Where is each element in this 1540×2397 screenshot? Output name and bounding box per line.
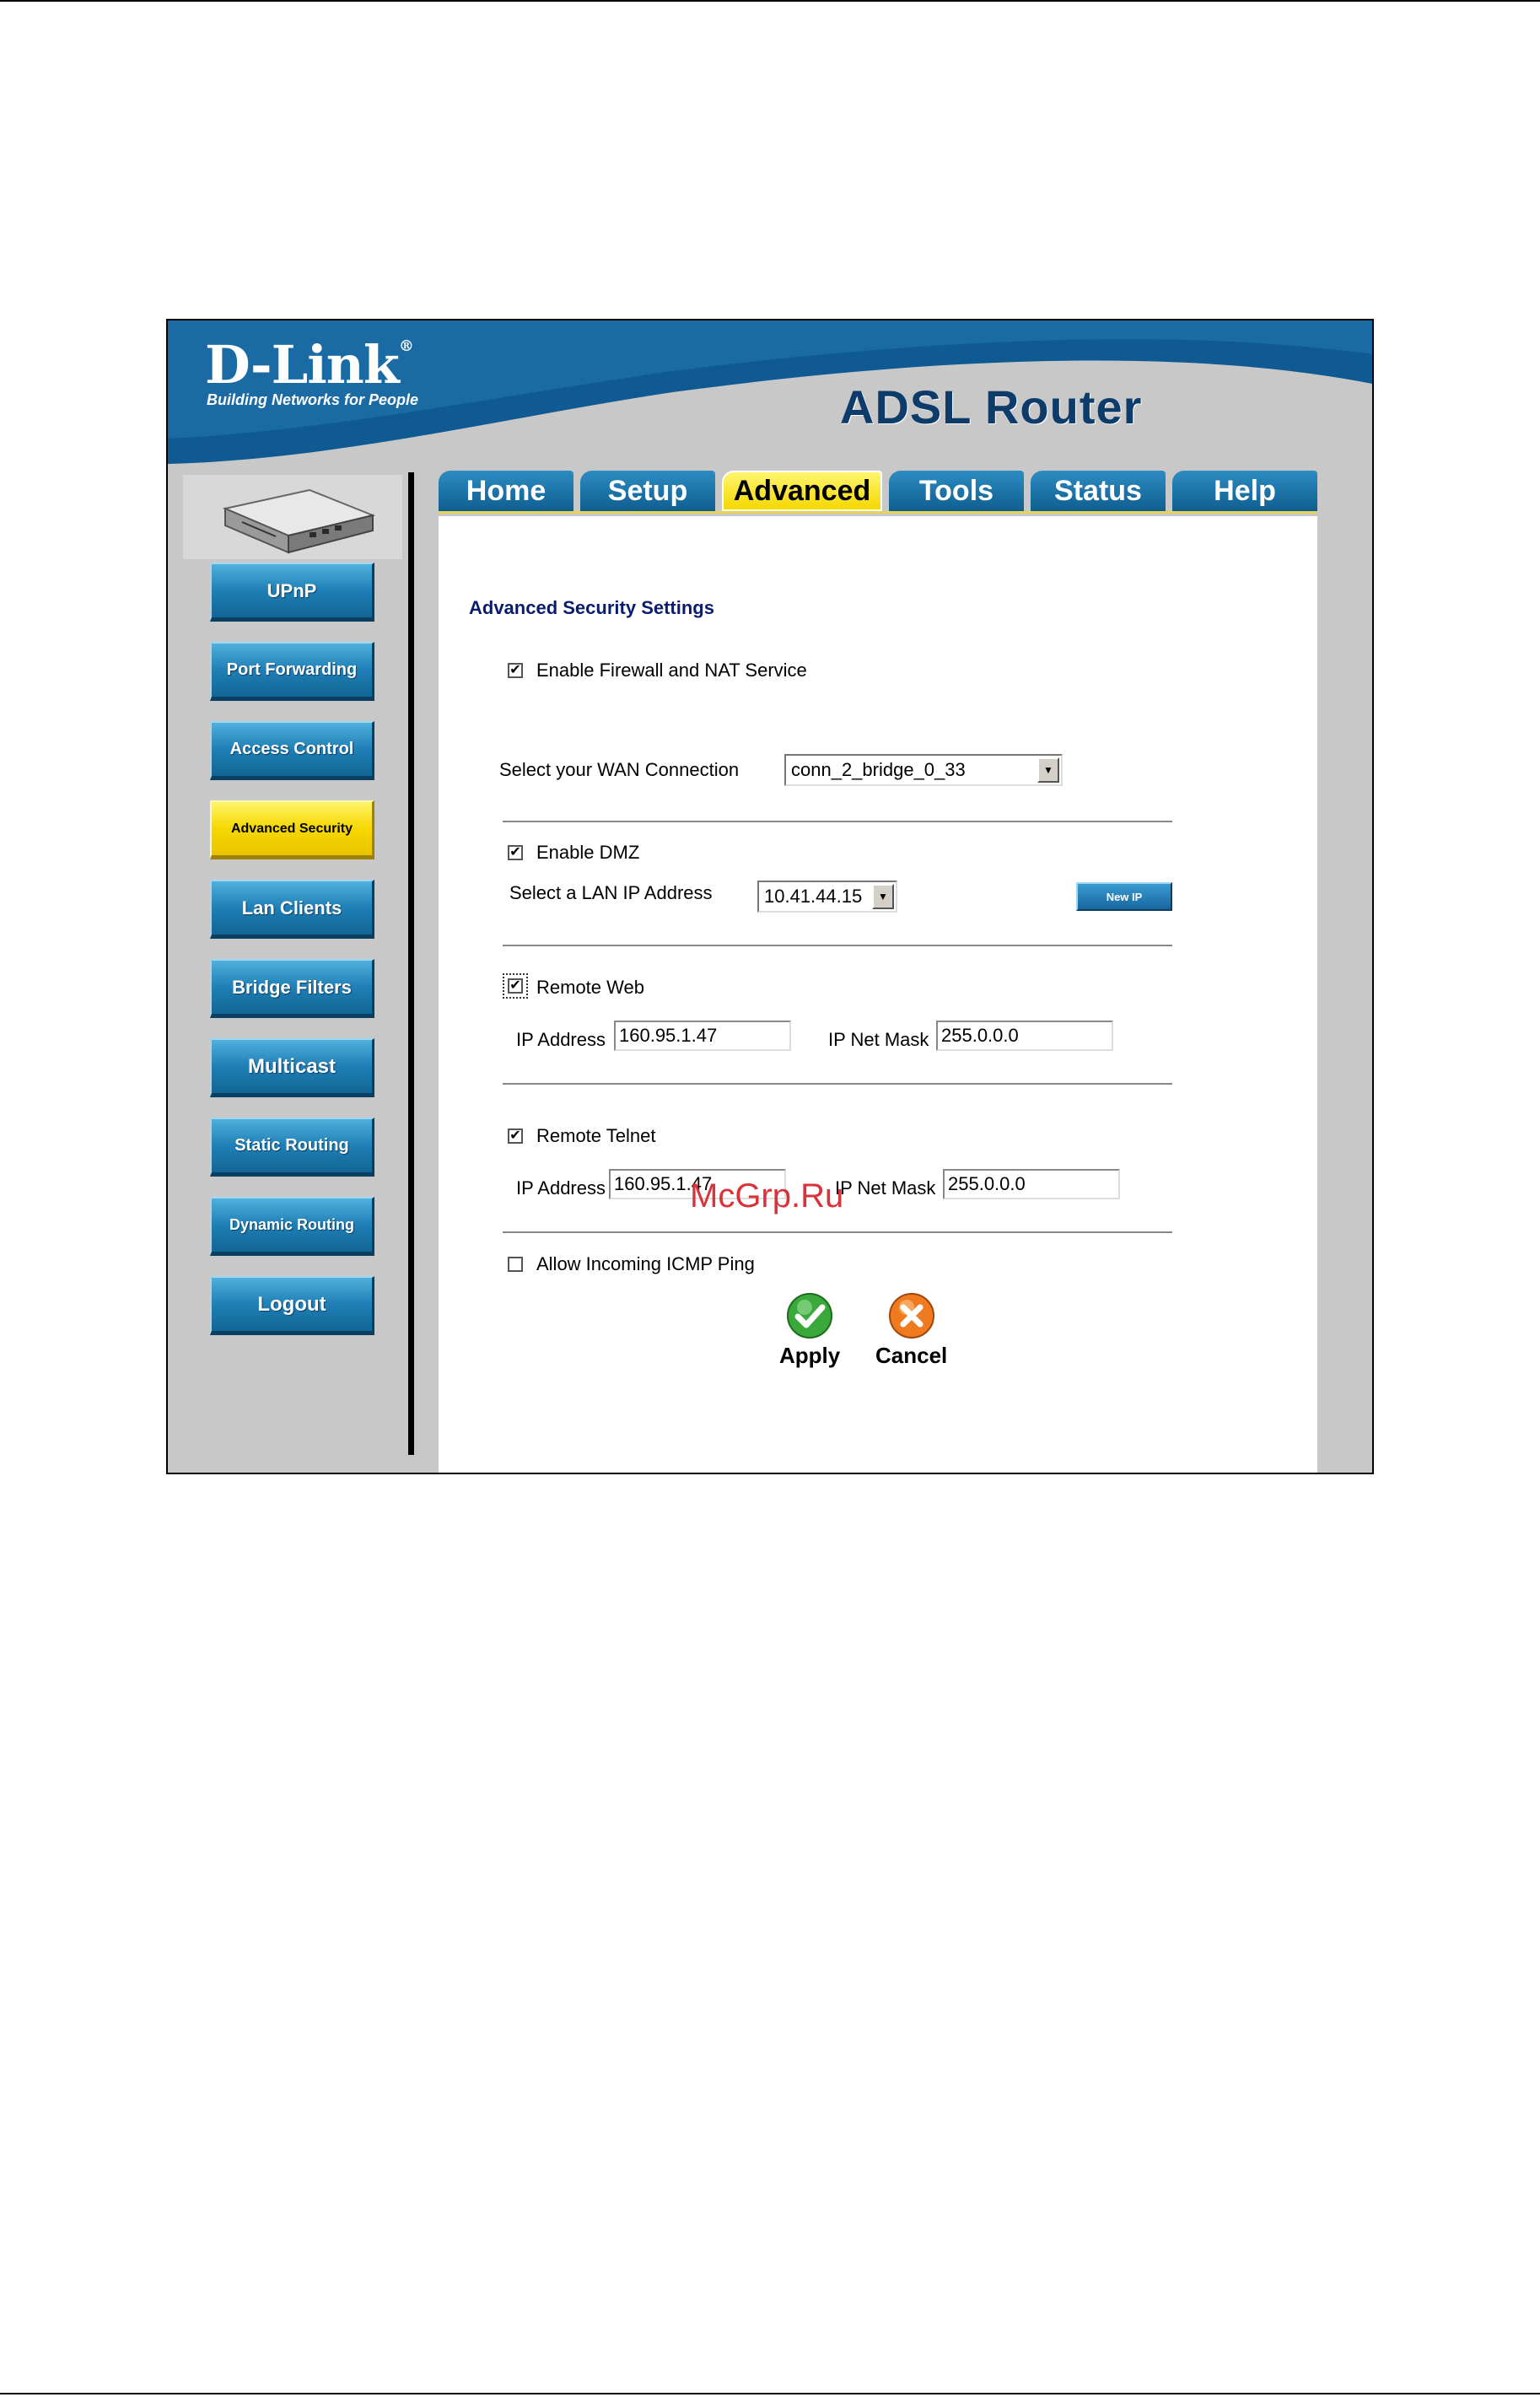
remote-web-ip-input[interactable]: 160.95.1.47 — [614, 1021, 791, 1051]
wan-connection-select[interactable]: conn_2_bridge_0_33 ▼ — [784, 754, 1063, 786]
remote-web-mask-input[interactable]: 255.0.0.0 — [936, 1021, 1113, 1051]
divider — [503, 1083, 1172, 1085]
wan-connection-value: conn_2_bridge_0_33 — [791, 759, 966, 780]
tab-advanced[interactable]: Advanced — [722, 471, 882, 511]
apply-label: Apply — [779, 1343, 841, 1368]
remote-web-ip-label: IP Address — [516, 1029, 606, 1050]
router-window: D-Link® Building Networks for People ADS… — [166, 319, 1374, 1474]
logo-tagline: Building Networks for People — [207, 391, 419, 408]
tab-tools[interactable]: Tools — [889, 471, 1024, 511]
top-tab-bar: Home Setup Advanced Tools Status Help — [439, 471, 1317, 516]
enable-dmz-checkbox[interactable]: ✔ — [508, 845, 523, 860]
remote-telnet-label: Remote Telnet — [536, 1125, 656, 1146]
remote-telnet-mask-label: IP Net Mask — [835, 1177, 936, 1198]
remote-telnet-checkbox[interactable]: ✔ — [508, 1128, 523, 1144]
icmp-ping-label: Allow Incoming ICMP Ping — [536, 1253, 755, 1274]
sidebar-item-access-control[interactable]: Access Control — [210, 721, 374, 780]
page-bottom-rule — [0, 2393, 1540, 2394]
product-title: ADSL Router — [840, 380, 1143, 434]
tab-help[interactable]: Help — [1172, 471, 1317, 511]
remote-web-mask-label: IP Net Mask — [828, 1029, 929, 1050]
page-title: Advanced Security Settings — [469, 597, 714, 618]
remote-web-checkbox[interactable]: ✔ — [503, 973, 528, 999]
cancel-x-icon — [888, 1293, 934, 1339]
router-device-image — [183, 475, 402, 559]
page-top-rule — [0, 0, 1540, 2]
content-panel: Advanced Security Settings ✔ Enable Fire… — [439, 516, 1317, 1473]
tab-setup[interactable]: Setup — [580, 471, 715, 511]
sidebar-item-lan-clients[interactable]: Lan Clients — [210, 880, 374, 939]
sidebar-item-logout[interactable]: Logout — [210, 1276, 374, 1335]
lan-ip-label: Select a LAN IP Address — [509, 882, 713, 903]
remote-web-label: Remote Web — [536, 977, 644, 998]
sidebar-item-multicast[interactable]: Multicast — [210, 1038, 374, 1097]
remote-telnet-ip-label: IP Address — [516, 1177, 606, 1198]
firewall-nat-checkbox[interactable]: ✔ — [508, 663, 523, 678]
tab-home[interactable]: Home — [439, 471, 573, 511]
router-device-icon — [222, 488, 376, 554]
divider — [503, 821, 1172, 822]
sidebar-item-advanced-security[interactable]: Advanced Security — [210, 800, 374, 859]
tab-underline — [439, 511, 1317, 514]
sidebar-item-port-forwarding[interactable]: Port Forwarding — [210, 642, 374, 701]
lan-ip-select[interactable]: 10.41.44.15 ▼ — [757, 881, 897, 913]
sidebar-item-static-routing[interactable]: Static Routing — [210, 1118, 374, 1177]
cancel-label: Cancel — [875, 1343, 948, 1368]
cancel-button[interactable]: Cancel — [875, 1292, 947, 1369]
dropdown-arrow-icon[interactable]: ▼ — [1037, 757, 1059, 783]
sidebar-item-upnp[interactable]: UPnP — [210, 563, 374, 622]
remote-telnet-mask-input[interactable]: 255.0.0.0 — [943, 1169, 1120, 1199]
sidebar-item-dynamic-routing[interactable]: Dynamic Routing — [210, 1197, 374, 1256]
tab-status[interactable]: Status — [1031, 471, 1166, 511]
divider — [503, 945, 1172, 946]
divider — [503, 1231, 1172, 1233]
firewall-nat-label: Enable Firewall and NAT Service — [536, 660, 807, 681]
new-ip-button[interactable]: New IP — [1076, 882, 1172, 911]
sidebar-item-bridge-filters[interactable]: Bridge Filters — [210, 959, 374, 1018]
watermark: McGrp.Ru — [690, 1177, 844, 1215]
enable-dmz-label: Enable DMZ — [536, 842, 640, 863]
apply-button[interactable]: Apply — [779, 1292, 840, 1369]
icmp-ping-checkbox[interactable] — [508, 1257, 523, 1272]
lan-ip-value: 10.41.44.15 — [764, 886, 863, 907]
sidebar-nav: UPnP Port Forwarding Access Control Adva… — [210, 563, 374, 1355]
wan-connection-label: Select your WAN Connection — [499, 759, 740, 780]
check-icon — [787, 1293, 833, 1339]
sidebar-divider — [408, 472, 414, 1455]
dlink-logo: D-Link® — [205, 334, 414, 396]
dropdown-arrow-icon[interactable]: ▼ — [872, 884, 894, 909]
